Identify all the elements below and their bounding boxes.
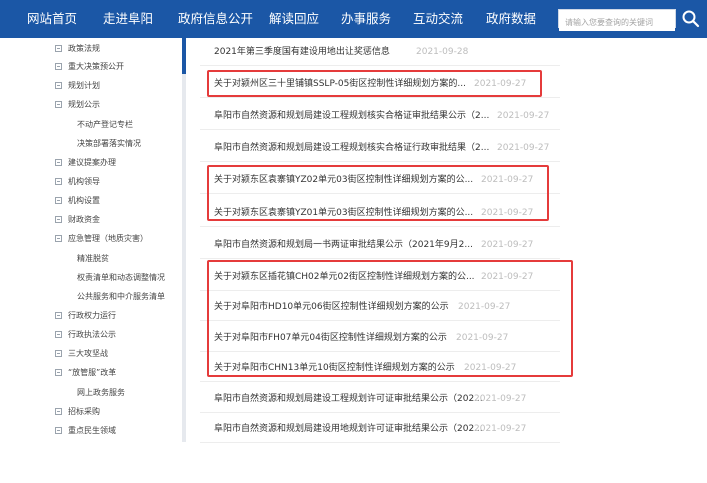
collapse-icon xyxy=(55,408,62,415)
list-item-title: 2021年第三季度国有建设用地出让奖惩信息 xyxy=(214,47,390,57)
collapse-icon xyxy=(55,369,62,376)
sidebar-item-admin-power[interactable]: 行政权力运行 xyxy=(55,308,116,324)
collapse-icon xyxy=(55,312,62,319)
sidebar-item-label: 建议提案办理 xyxy=(68,158,116,167)
sidebar-item-label: 机构领导 xyxy=(68,177,100,186)
sidebar-item-label: 三大攻坚战 xyxy=(68,349,108,358)
sidebar-item-plans[interactable]: 规划计划 xyxy=(55,78,100,94)
search-button[interactable] xyxy=(680,8,702,30)
highlight-box xyxy=(207,165,549,221)
top-navigation-bar: 网站首页 走进阜阳 政府信息公开 解读回应 办事服务 互动交流 政府数据 xyxy=(0,0,707,38)
search-input[interactable] xyxy=(559,14,675,31)
sidebar-item-label: 规划公示 xyxy=(68,100,100,109)
search-icon xyxy=(682,10,700,28)
collapse-icon xyxy=(55,82,62,89)
sidebar-item-major-decisions[interactable]: 重大决策预公开 xyxy=(55,59,124,75)
collapse-icon xyxy=(55,101,62,108)
list-item[interactable]: 阜阳市自然资源和规划局一书两证审批结果公示（2021年9月2... 2021-09… xyxy=(200,231,560,259)
sidebar-item-label: 规划计划 xyxy=(68,81,100,90)
sidebar-item-livelihood[interactable]: 重点民生领域 xyxy=(55,423,116,439)
sidebar-item-label: 重点民生领域 xyxy=(68,426,116,435)
list-item-title: 阜阳市自然资源和规划局建设工程规划核实合格证行政审批结果（2... xyxy=(214,143,490,153)
sidebar-item-proposals[interactable]: 建议提案办理 xyxy=(55,155,116,171)
sidebar-subitem-power-list[interactable]: 权责清单和动态调整情况 xyxy=(77,270,165,286)
sidebar-item-label: 招标采购 xyxy=(68,407,100,416)
collapse-icon xyxy=(55,63,62,70)
nav-gov-info-disclosure[interactable]: 政府信息公开 xyxy=(178,0,253,38)
sidebar: 政策法规 重大决策预公开 规划计划 规划公示 不动产登记专栏 决策部署落实情况 … xyxy=(55,38,180,442)
sidebar-subitem-real-estate[interactable]: 不动产登记专栏 xyxy=(77,117,133,133)
sidebar-subitem-decision-implementation[interactable]: 决策部署落实情况 xyxy=(77,136,141,152)
nav-services[interactable]: 办事服务 xyxy=(341,0,391,38)
sidebar-subitem-poverty[interactable]: 精准脱贫 xyxy=(77,251,109,267)
sidebar-subitem-public-service[interactable]: 公共服务和中介服务清单 xyxy=(77,289,165,305)
sidebar-item-label: 行政权力运行 xyxy=(68,311,116,320)
sidebar-item-label: 重大决策预公开 xyxy=(68,62,124,71)
list-item-date: 2021-09-27 xyxy=(474,424,527,434)
highlight-box xyxy=(207,260,573,377)
list-item-title: 阜阳市自然资源和规划局建设用地规划许可证审批结果公示（202... xyxy=(214,424,483,434)
sidebar-item-label: 行政执法公示 xyxy=(68,330,116,339)
list-item[interactable]: 2021年第三季度国有建设用地出让奖惩信息 2021-09-28 xyxy=(200,38,560,66)
list-item-date: 2021-09-28 xyxy=(416,47,469,57)
sidebar-item-reform[interactable]: “放管服”改革 xyxy=(55,365,116,381)
sidebar-item-label: 政策法规 xyxy=(68,44,100,53)
list-item[interactable]: 阜阳市自然资源和规划局建设用地规划许可证审批结果公示（202... 2021-09… xyxy=(200,415,560,443)
sidebar-item-procurement[interactable]: 招标采购 xyxy=(55,404,100,420)
nav-interaction[interactable]: 互动交流 xyxy=(413,0,463,38)
nav-about-fuyang[interactable]: 走进阜阳 xyxy=(103,0,153,38)
sidebar-item-label: 财政资金 xyxy=(68,215,100,224)
list-item[interactable]: 阜阳市自然资源和规划局建设工程规划许可证审批结果公示（202... 2021-09… xyxy=(200,385,560,413)
collapse-icon xyxy=(55,331,62,338)
sidebar-item-policy[interactable]: 政策法规 xyxy=(55,41,100,57)
sidebar-item-finance[interactable]: 财政资金 xyxy=(55,212,100,228)
sidebar-item-three-battles[interactable]: 三大攻坚战 xyxy=(55,346,108,362)
sidebar-subitem-online-services[interactable]: 网上政务服务 xyxy=(77,385,125,401)
highlight-box xyxy=(207,70,542,97)
nav-home[interactable]: 网站首页 xyxy=(27,0,77,38)
list-item-title: 阜阳市自然资源和规划局一书两证审批结果公示（2021年9月2... xyxy=(214,240,473,250)
sidebar-item-emergency[interactable]: 应急管理（地质灾害） xyxy=(55,231,148,247)
collapse-icon xyxy=(55,197,62,204)
list-item-date: 2021-09-27 xyxy=(481,240,534,250)
sidebar-item-leaders[interactable]: 机构领导 xyxy=(55,174,100,190)
article-list: 2021年第三季度国有建设用地出让奖惩信息 2021-09-28 关于对颍州区三十… xyxy=(200,38,560,443)
sidebar-item-label: 机构设置 xyxy=(68,196,100,205)
collapse-icon xyxy=(55,159,62,166)
list-item[interactable]: 阜阳市自然资源和规划局建设工程规划核实合格证行政审批结果（2... 2021-09… xyxy=(200,134,560,162)
collapse-icon xyxy=(55,45,62,52)
list-item-date: 2021-09-27 xyxy=(474,394,527,404)
sidebar-scrollbar-track[interactable] xyxy=(182,38,186,442)
list-item-title: 阜阳市自然资源和规划局建设工程规划核实合格证审批结果公示（2... xyxy=(214,111,490,121)
collapse-icon xyxy=(55,427,62,434)
collapse-icon xyxy=(55,350,62,357)
sidebar-item-organization[interactable]: 机构设置 xyxy=(55,193,100,209)
nav-interpretation[interactable]: 解读回应 xyxy=(269,0,319,38)
collapse-icon xyxy=(55,235,62,242)
list-item-date: 2021-09-27 xyxy=(497,111,550,121)
sidebar-item-law-enforcement[interactable]: 行政执法公示 xyxy=(55,327,116,343)
nav-gov-data[interactable]: 政府数据 xyxy=(486,0,536,38)
sidebar-scrollbar-thumb[interactable] xyxy=(182,38,186,74)
sidebar-item-label: 应急管理（地质灾害） xyxy=(68,234,148,243)
list-item[interactable]: 阜阳市自然资源和规划局建设工程规划核实合格证审批结果公示（2... 2021-09… xyxy=(200,102,560,130)
list-item-title: 阜阳市自然资源和规划局建设工程规划许可证审批结果公示（202... xyxy=(214,394,483,404)
collapse-icon xyxy=(55,178,62,185)
sidebar-item-planning-notice[interactable]: 规划公示 xyxy=(55,97,100,113)
list-item-date: 2021-09-27 xyxy=(497,143,550,153)
search-box xyxy=(558,9,676,31)
collapse-icon xyxy=(55,216,62,223)
sidebar-item-label: “放管服”改革 xyxy=(68,368,117,377)
